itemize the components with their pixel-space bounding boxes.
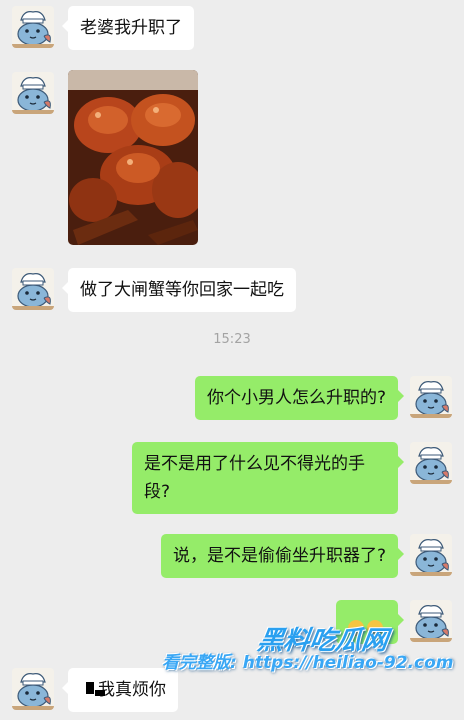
message-text: 老婆我升职了 <box>80 18 182 38</box>
watermark-label: 看完整版: https://heiliao-92.com <box>162 653 454 673</box>
outgoing-message[interactable]: 是不是用了什么见不得光的手段? <box>132 442 404 514</box>
outgoing-message[interactable]: 你个小男人怎么升职的? <box>194 376 405 420</box>
message-text: 你个小男人怎么升职的? <box>206 388 386 408</box>
fish-chef-avatar-icon <box>410 600 452 642</box>
contact-avatar[interactable] <box>12 72 54 114</box>
crab-photo-message[interactable] <box>68 70 198 245</box>
self-avatar[interactable] <box>410 376 452 418</box>
outgoing-message[interactable]: 说，是不是偷偷坐升职器了? <box>160 534 405 578</box>
censor-block <box>95 690 105 696</box>
censor-block <box>86 682 94 694</box>
self-avatar[interactable] <box>410 442 452 484</box>
fish-chef-avatar-icon <box>12 668 54 710</box>
message-text: 我真烦你 <box>98 680 166 700</box>
contact-avatar[interactable] <box>12 268 54 310</box>
fish-chef-avatar-icon <box>410 534 452 576</box>
self-avatar[interactable] <box>410 600 452 642</box>
incoming-message[interactable]: 老婆我升职了 <box>62 6 194 50</box>
message-timestamp: 15:23 <box>213 332 251 347</box>
message-text: 是不是用了什么见不得光的手段? <box>144 454 365 502</box>
message-text: 说，是不是偷偷坐升职器了? <box>172 546 386 566</box>
fish-chef-avatar-icon <box>12 6 54 48</box>
message-text: 做了大闸蟹等你回家一起吃 <box>80 280 284 300</box>
incoming-message[interactable]: 我真烦你 <box>62 668 178 712</box>
fish-chef-avatar-icon <box>12 268 54 310</box>
fish-chef-avatar-icon <box>410 442 452 484</box>
contact-avatar[interactable] <box>12 6 54 48</box>
fish-chef-avatar-icon <box>410 376 452 418</box>
braised-crab-photo-icon <box>68 70 198 245</box>
self-avatar[interactable] <box>410 534 452 576</box>
contact-avatar[interactable] <box>12 668 54 710</box>
fish-chef-avatar-icon <box>12 72 54 114</box>
incoming-message[interactable]: 做了大闸蟹等你回家一起吃 <box>62 268 296 312</box>
